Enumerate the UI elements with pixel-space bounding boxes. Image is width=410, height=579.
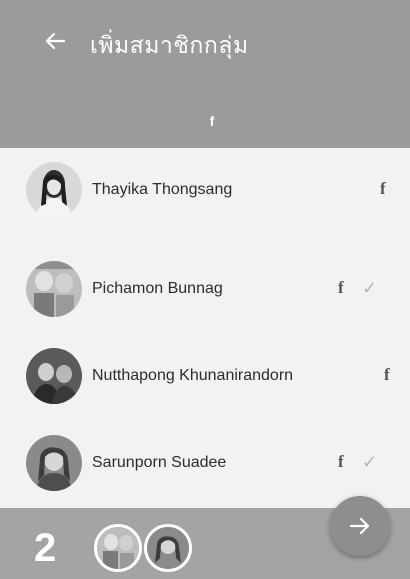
member-name: Sarunporn Suadee [92,454,227,471]
member-row[interactable]: Nutthapong Khunanirandorn f [0,334,410,424]
facebook-icon: f [338,278,344,297]
arrow-right-icon [349,517,370,535]
facebook-tab[interactable]: f [200,108,224,134]
selected-avatar[interactable] [94,524,142,572]
member-name: Pichamon Bunnag [92,280,223,297]
member-row[interactable]: Thayika Thongsang f [0,148,410,238]
back-button[interactable] [38,24,72,58]
avatar [26,435,82,491]
check-icon: ✓ [362,452,378,472]
page-title: เพิ่มสมาชิกกลุ่ม [90,33,249,59]
facebook-icon: f [380,179,386,198]
avatar [26,348,82,404]
check-icon: ✓ [362,278,378,298]
member-name: Thayika Thongsang [92,181,233,198]
arrow-left-icon [45,32,66,50]
avatar [26,162,82,218]
selected-avatar[interactable] [144,524,192,572]
facebook-icon: f [384,365,390,384]
avatar [26,261,82,317]
selected-count: 2 [34,526,57,570]
facebook-icon: f [338,452,344,471]
next-button[interactable] [330,496,390,556]
app-header: เพิ่มสมาชิกกลุ่ม f [0,0,410,148]
member-name: Nutthapong Khunanirandorn [92,367,294,384]
facebook-icon: f [209,113,215,129]
member-row[interactable]: Pichamon Bunnag f ✓ [0,247,410,337]
